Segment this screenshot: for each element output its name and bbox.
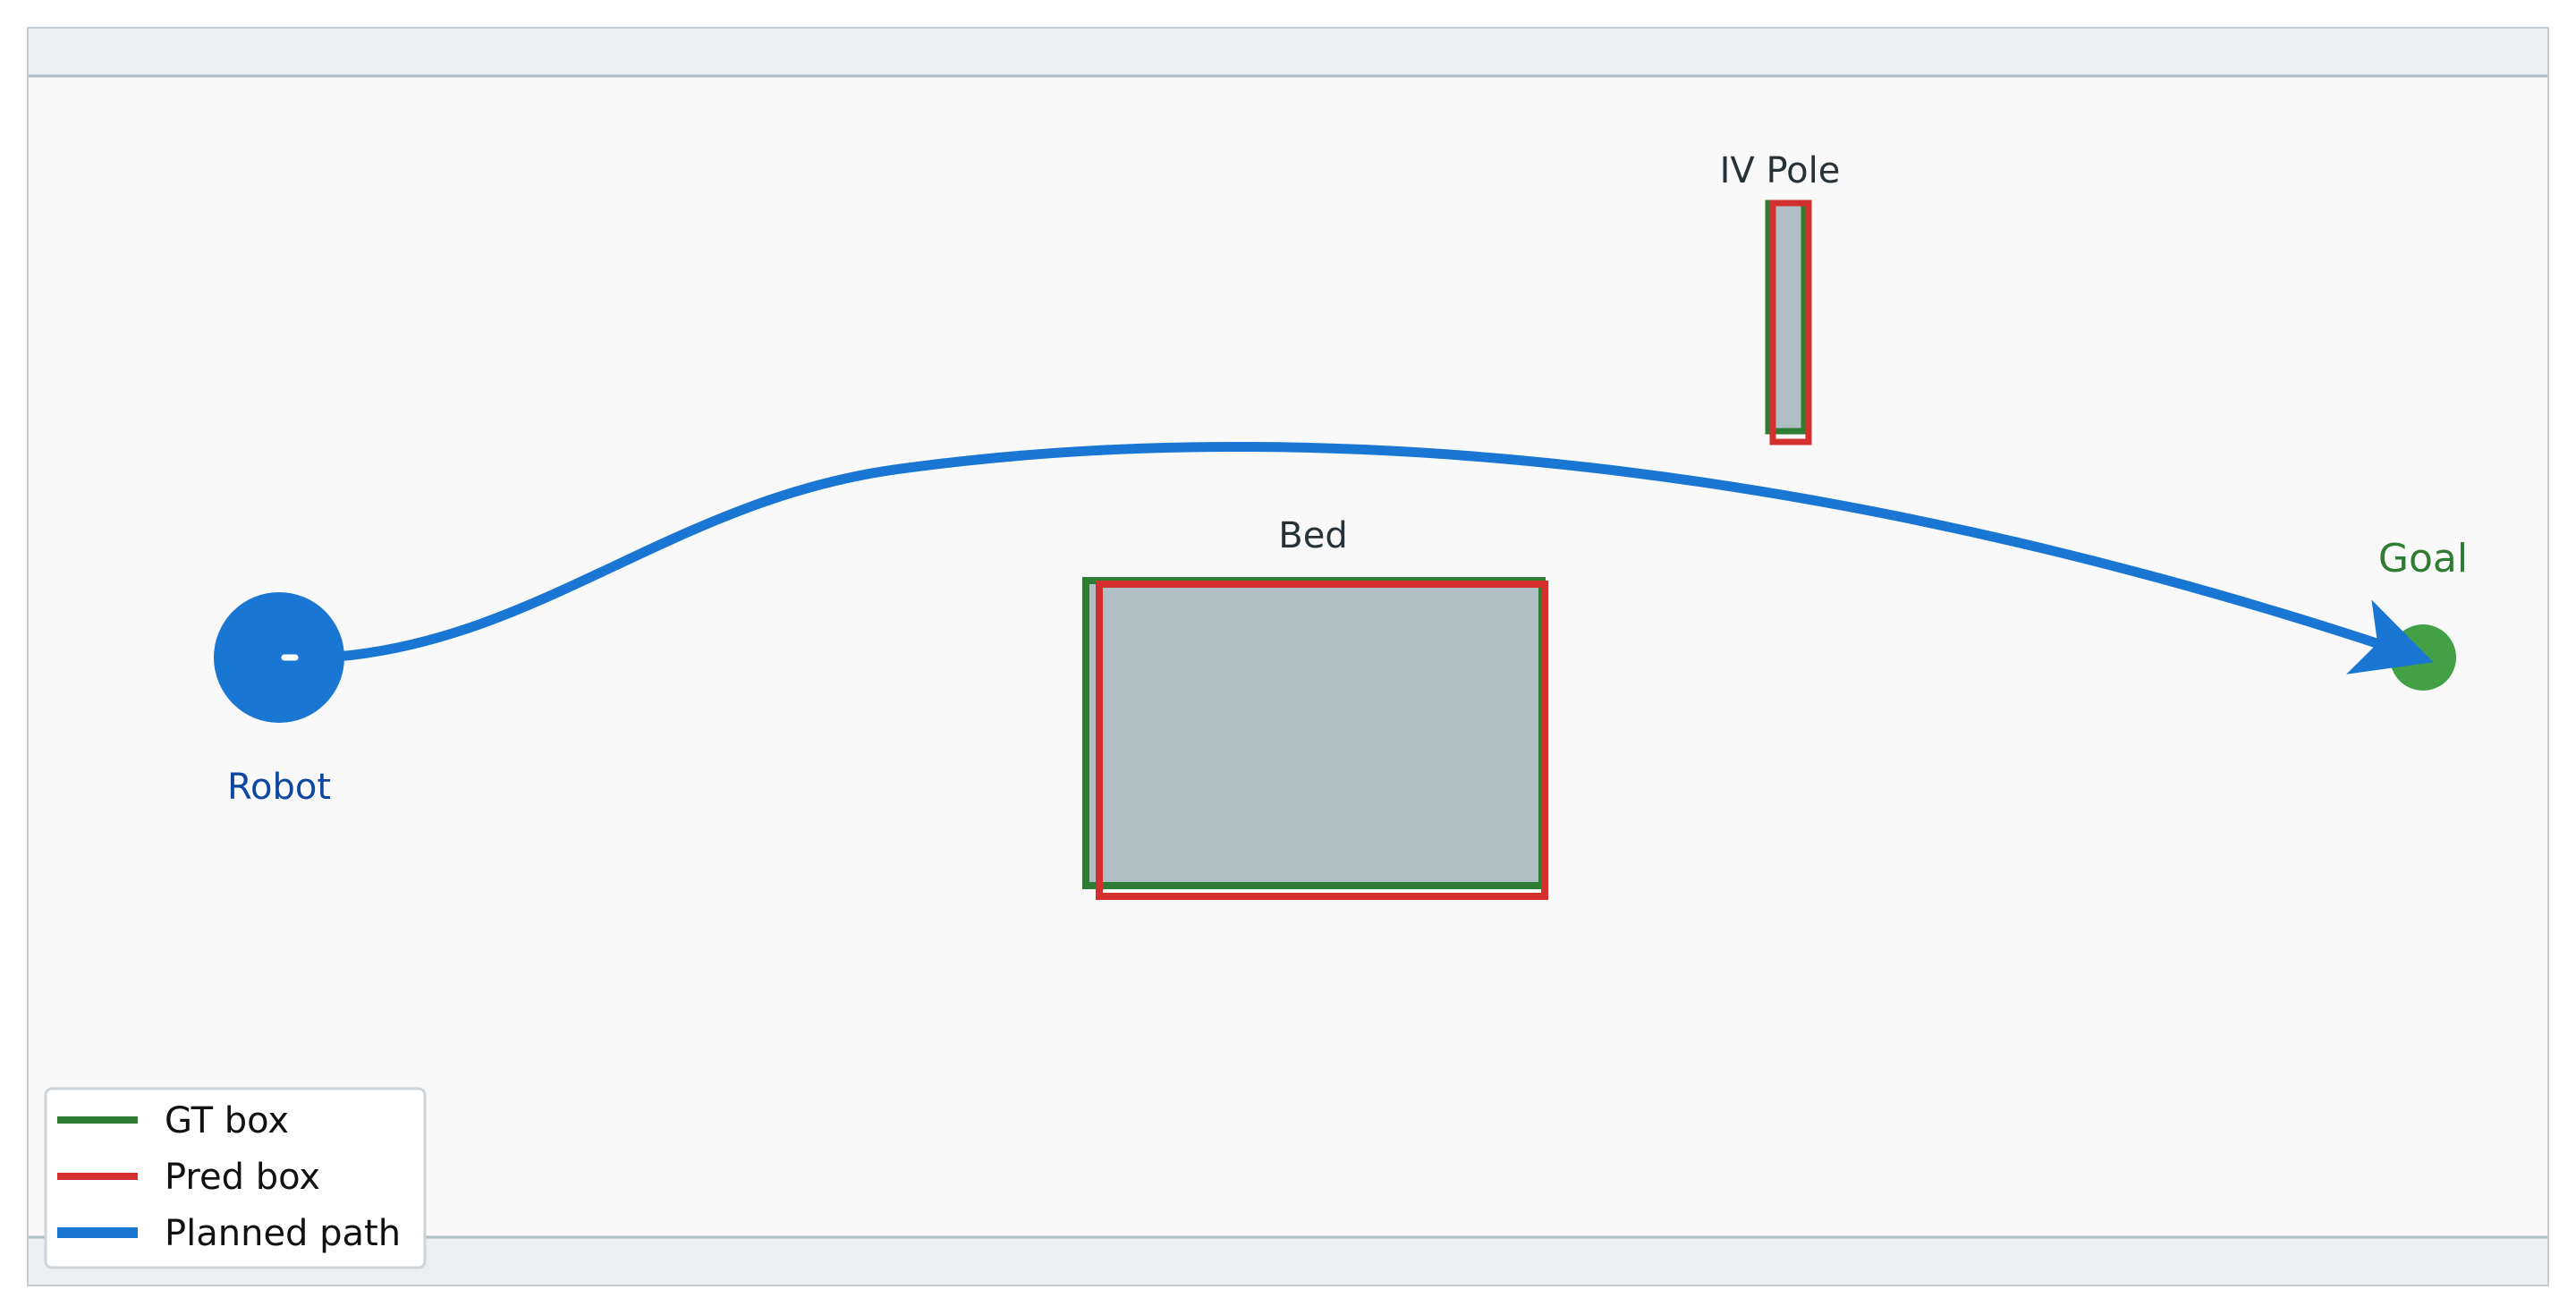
iv-pole-label: IV Pole: [1720, 150, 1841, 191]
legend: GT box Pred box Planned path: [44, 1087, 427, 1269]
robot: Robot: [214, 592, 344, 808]
top-wall: [28, 28, 2548, 76]
legend-label-gt: GT box: [165, 1100, 289, 1141]
navigation-scene: Bed IV Pole Robot Goal GT box Pred box P…: [27, 27, 2549, 1286]
robot-label: Robot: [227, 767, 331, 808]
legend-label-path: Planned path: [165, 1213, 401, 1254]
bed-obstacle: [1086, 581, 1542, 886]
bed-label: Bed: [1278, 515, 1347, 556]
goal-label: Goal: [2378, 536, 2468, 581]
legend-label-pred: Pred box: [165, 1157, 320, 1198]
